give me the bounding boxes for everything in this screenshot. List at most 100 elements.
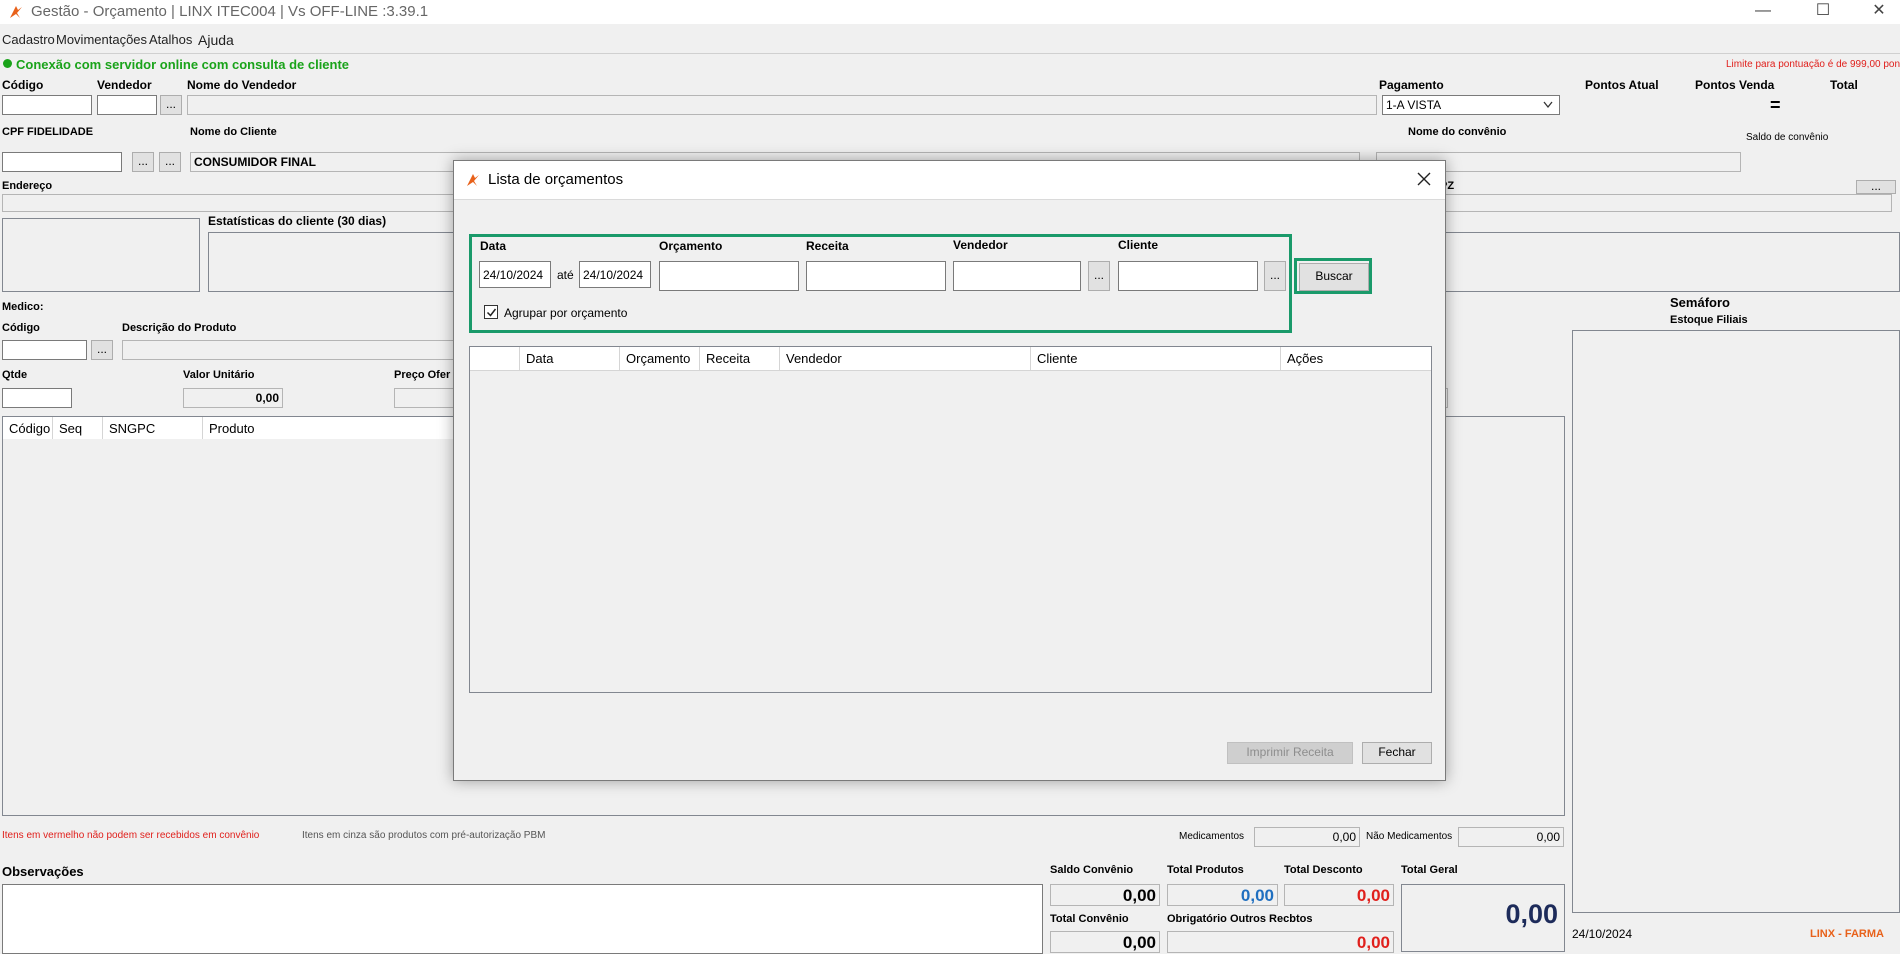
app-logo-icon [10, 6, 22, 18]
produto-lookup-button[interactable]: ... [91, 340, 113, 360]
grid-col-data[interactable]: Data [520, 347, 620, 371]
grid-col-select[interactable] [470, 347, 520, 371]
pontos-atual-label: Pontos Atual [1585, 78, 1659, 92]
obrigatorio-outros-label: Obrigatório Outros Recbtos [1167, 913, 1313, 925]
endereco-lookup-button[interactable]: ... [1856, 180, 1896, 194]
date-to-input[interactable]: 24/10/2024 [579, 261, 651, 288]
total-produtos-value: 0,00 [1167, 884, 1278, 906]
connection-status-icon [3, 59, 12, 68]
cliente-lookup-button[interactable]: ... [159, 152, 181, 172]
buscar-button[interactable]: Buscar [1299, 263, 1369, 291]
grid-col-orcamento[interactable]: Orçamento [620, 347, 700, 371]
grid-col-codigo[interactable]: Código [3, 417, 53, 439]
vendedor-lookup-button[interactable]: ... [160, 95, 182, 115]
pontos-total-label: Total [1830, 78, 1858, 92]
orcamento-input[interactable] [659, 261, 799, 291]
nome-vendedor-input [187, 95, 1377, 115]
cpf-label: CPF FIDELIDADE [2, 126, 94, 138]
window-title: Gestão - Orçamento | LINX ITEC004 | Vs O… [31, 3, 429, 20]
total-convenio-value: 0,00 [1050, 931, 1160, 953]
points-limit-notice: Limite para pontuação é de 999,00 pontos [1726, 59, 1900, 70]
medicamentos-label: Medicamentos [1179, 831, 1245, 842]
grid-col-produto[interactable]: Produto [203, 417, 463, 439]
close-window-button[interactable]: ✕ [1856, 0, 1900, 22]
cpf-input[interactable] [2, 152, 122, 172]
app-logo-icon [467, 174, 479, 186]
cliente-filter-input[interactable] [1118, 261, 1258, 291]
menu-bar: Cadastro Movimentações Atalhos Ajuda [0, 32, 1900, 52]
agrupar-checkbox[interactable] [484, 305, 498, 319]
medico-label: Medico: [2, 301, 44, 313]
grid-col-acoes[interactable]: Ações [1281, 347, 1431, 371]
chevron-down-icon [1543, 101, 1553, 109]
saldo-convenio-value: 0,00 [1050, 884, 1160, 906]
orcamentos-grid: Data Orçamento Receita Vendedor Cliente … [469, 346, 1432, 693]
total-desconto-label: Total Desconto [1284, 864, 1363, 876]
descricao-produto-label: Descrição do Produto [122, 322, 237, 334]
endereco-label: Endereço [2, 180, 53, 192]
menu-atalhos[interactable]: Atalhos [149, 32, 192, 47]
codigo-input[interactable] [2, 95, 92, 115]
total-convenio-label: Total Convênio [1050, 913, 1129, 925]
fechar-button[interactable]: Fechar [1362, 742, 1432, 764]
vendedor-filter-label: Vendedor [953, 238, 1008, 252]
agrupar-label: Agrupar por orçamento [504, 306, 628, 320]
checkmark-icon [486, 308, 497, 317]
medicamentos-value: 0,00 [1254, 827, 1360, 847]
menu-divider [0, 53, 1900, 54]
connection-status-text: Conexão com servidor online com consulta… [16, 57, 350, 72]
maximize-button[interactable]: ☐ [1800, 0, 1846, 22]
qtde-input[interactable] [2, 388, 72, 408]
grid-col-seq[interactable]: Seq [53, 417, 103, 439]
vendedor-filter-input[interactable] [953, 261, 1081, 291]
dialog-title-divider [454, 199, 1445, 200]
lista-orcamentos-dialog: Lista de orçamentos Data 24/10/2024 até … [453, 160, 1446, 781]
produto-codigo-input[interactable] [2, 340, 87, 360]
date-from-input[interactable]: 24/10/2024 [479, 261, 551, 288]
nome-convenio-label: Nome do convênio [1408, 126, 1507, 138]
saldo-convenio-label: Saldo Convênio [1050, 864, 1134, 876]
receita-input[interactable] [806, 261, 946, 291]
brand-label: LINX - FARMA [1810, 928, 1884, 940]
orcamentos-grid-header: Data Orçamento Receita Vendedor Cliente … [470, 347, 1431, 371]
total-geral-value: 0,00 [1401, 884, 1565, 952]
minimize-button[interactable]: — [1740, 0, 1786, 22]
cpf-lookup-button[interactable]: ... [132, 152, 154, 172]
cliente-filter-lookup-button[interactable]: ... [1264, 261, 1286, 291]
pagamento-select[interactable]: 1-A VISTA [1382, 95, 1560, 115]
preco-oferta-label: Preço Ofer [394, 369, 451, 381]
ate-label: até [557, 268, 574, 282]
vendedor-label: Vendedor [97, 78, 152, 92]
grid-col-receita[interactable]: Receita [700, 347, 780, 371]
estoque-filiais-panel [1572, 330, 1900, 913]
vendedor-filter-lookup-button[interactable]: ... [1088, 261, 1110, 291]
observacoes-label: Observações [2, 864, 84, 879]
dialog-titlebar: Lista de orçamentos [454, 161, 1445, 199]
observacoes-textarea[interactable] [2, 884, 1043, 954]
grid-col-cliente[interactable]: Cliente [1031, 347, 1281, 371]
menu-movimentacoes[interactable]: Movimentações [56, 32, 147, 47]
orcamento-label: Orçamento [659, 239, 723, 253]
pontos-equals: = [1770, 95, 1781, 115]
codigo-label: Código [2, 78, 44, 92]
saldo-convenio-small-label: Saldo de convênio [1746, 132, 1829, 143]
gray-items-note: Itens em cinza são produtos com pré-auto… [302, 830, 546, 841]
valor-unitario-label: Valor Unitário [183, 369, 255, 381]
obrigatorio-outros-value: 0,00 [1167, 931, 1394, 953]
data-label: Data [480, 239, 507, 253]
close-icon[interactable] [1417, 172, 1431, 186]
nao-medicamentos-value: 0,00 [1458, 827, 1564, 847]
grid-col-sngpc[interactable]: SNGPC [103, 417, 203, 439]
cliente-filter-label: Cliente [1118, 238, 1159, 252]
pagamento-value: 1-A VISTA [1386, 98, 1442, 112]
total-desconto-value: 0,00 [1284, 884, 1394, 906]
menu-ajuda[interactable]: Ajuda [198, 32, 234, 48]
vendedor-input[interactable] [97, 95, 157, 115]
grid-col-vendedor[interactable]: Vendedor [780, 347, 1031, 371]
total-produtos-label: Total Produtos [1167, 864, 1244, 876]
imprimir-receita-button[interactable]: Imprimir Receita [1227, 742, 1353, 764]
pontos-venda-label: Pontos Venda [1695, 78, 1775, 92]
nome-vendedor-label: Nome do Vendedor [187, 78, 297, 92]
dialog-title: Lista de orçamentos [488, 171, 624, 188]
menu-cadastro[interactable]: Cadastro [2, 32, 55, 47]
